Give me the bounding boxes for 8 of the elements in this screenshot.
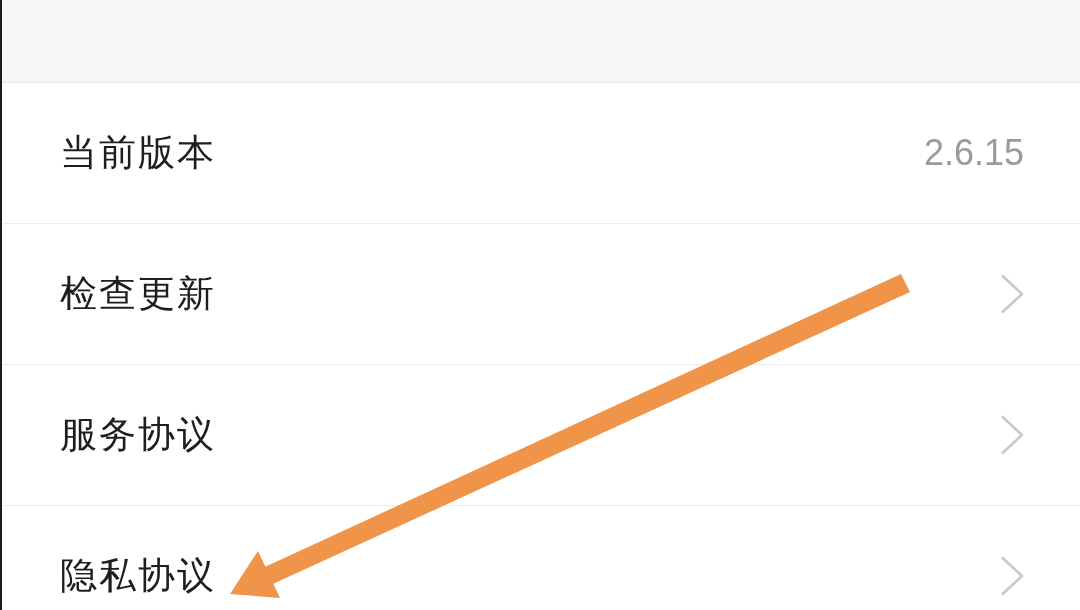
setting-label[interactable]: 隐私协议	[60, 551, 216, 601]
chevron-right-icon	[1000, 415, 1024, 455]
setting-label[interactable]: 检查更新	[60, 269, 216, 319]
setting-label[interactable]: 服务协议	[60, 410, 216, 460]
version-value: 2.6.15	[923, 132, 1024, 174]
setting-label: 当前版本	[60, 130, 216, 176]
chevron-right-icon	[1000, 274, 1024, 314]
chevron-right-icon	[1000, 556, 1024, 596]
